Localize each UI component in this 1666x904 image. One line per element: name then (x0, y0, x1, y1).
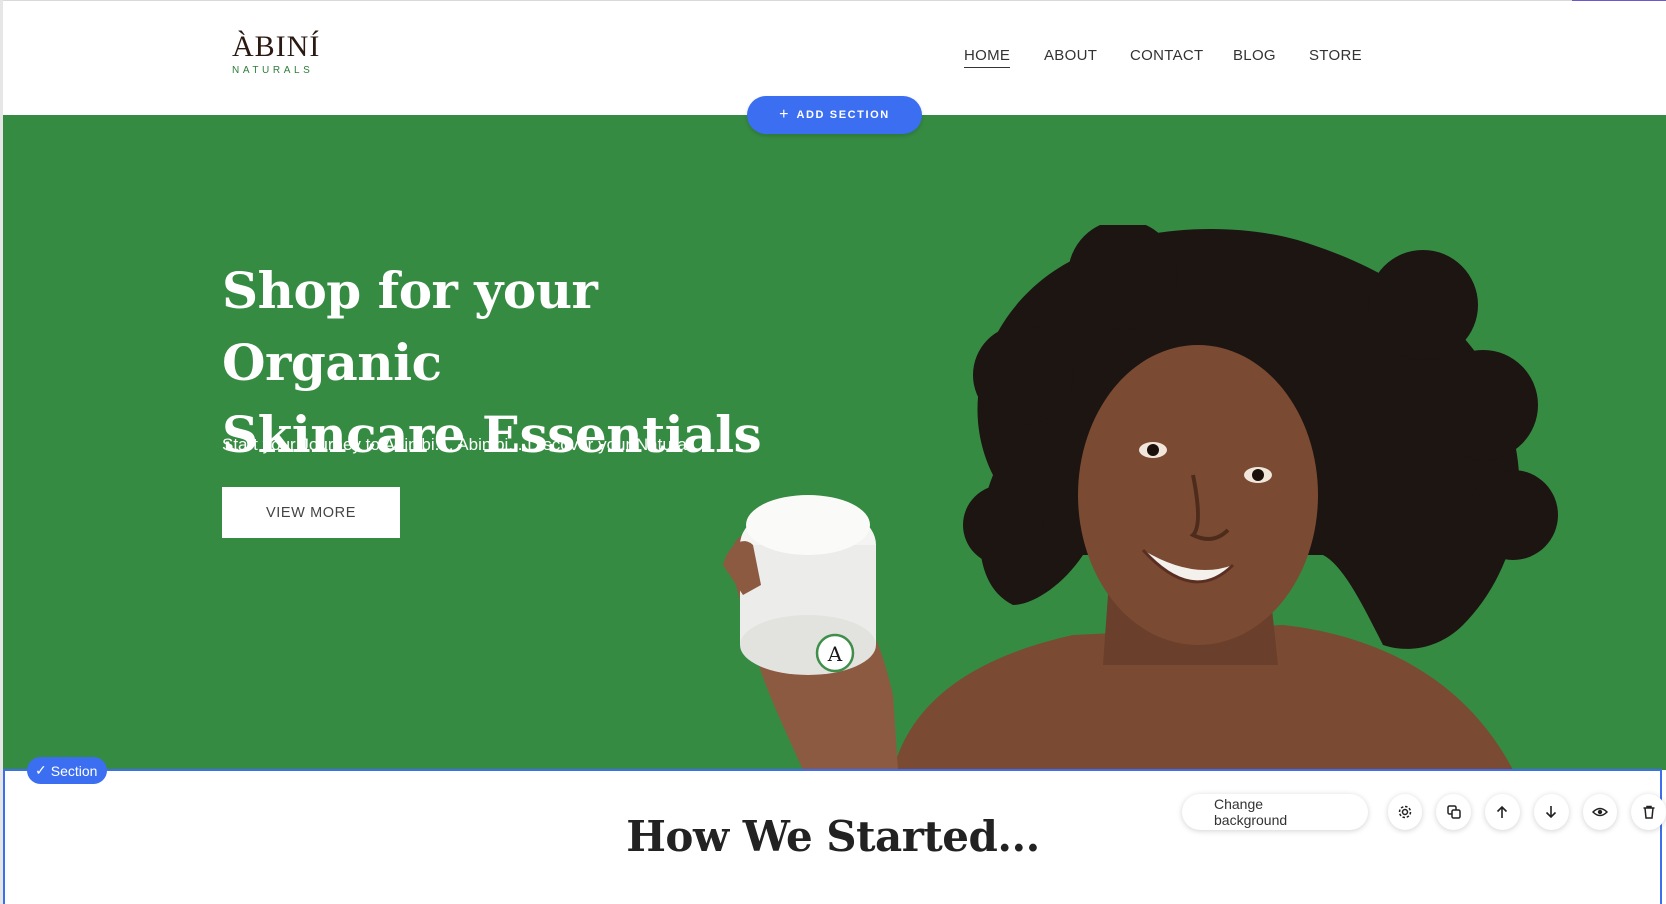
move-up-button[interactable] (1485, 794, 1520, 830)
section-badge-label: Section (50, 762, 98, 779)
logo-wordmark: ÀBINÍ (232, 30, 321, 63)
duplicate-button[interactable] (1436, 794, 1472, 830)
section-toolbar: Change background (1182, 792, 1666, 832)
change-background-button[interactable]: Change background (1182, 794, 1368, 830)
arrow-up-icon (1497, 805, 1508, 818)
add-section-label: ADD SECTION (796, 109, 890, 121)
nav-home[interactable]: HOME (964, 47, 1011, 68)
jar-logo-letter: A (827, 642, 843, 666)
hero-section[interactable]: Shop for your Organic Skincare Essential… (3, 115, 1666, 770)
logo-subtitle: NATURALS (232, 65, 314, 76)
nav-store[interactable]: STORE (1309, 47, 1362, 64)
delete-button[interactable] (1631, 794, 1666, 830)
nav-about[interactable]: ABOUT (1044, 47, 1097, 64)
view-more-button[interactable]: VIEW MORE (222, 487, 400, 538)
gear-icon (1398, 805, 1412, 819)
hero-subtitle[interactable]: Start your Journey to Abinibi.... Abinib… (222, 435, 691, 455)
brand-logo[interactable]: ÀBINÍ NATURALS (232, 31, 322, 87)
section-badge[interactable]: ✓ Section (27, 757, 108, 784)
check-icon: ✓ (35, 762, 47, 778)
settings-button[interactable] (1387, 794, 1423, 830)
trash-icon (1643, 805, 1655, 819)
duplicate-icon (1446, 805, 1461, 819)
hero-model-image[interactable]: A (723, 225, 1643, 770)
arrow-down-icon (1546, 806, 1557, 819)
hero-title-line1: Shop for your Organic (222, 261, 598, 392)
eye-icon (1591, 807, 1608, 817)
nav-blog[interactable]: BLOG (1233, 47, 1276, 64)
plus-icon: + (779, 105, 789, 123)
add-section-button[interactable]: + ADD SECTION (747, 96, 922, 134)
nav-contact[interactable]: CONTACT (1130, 47, 1203, 64)
move-down-button[interactable] (1533, 794, 1569, 830)
visibility-button[interactable] (1582, 794, 1618, 830)
